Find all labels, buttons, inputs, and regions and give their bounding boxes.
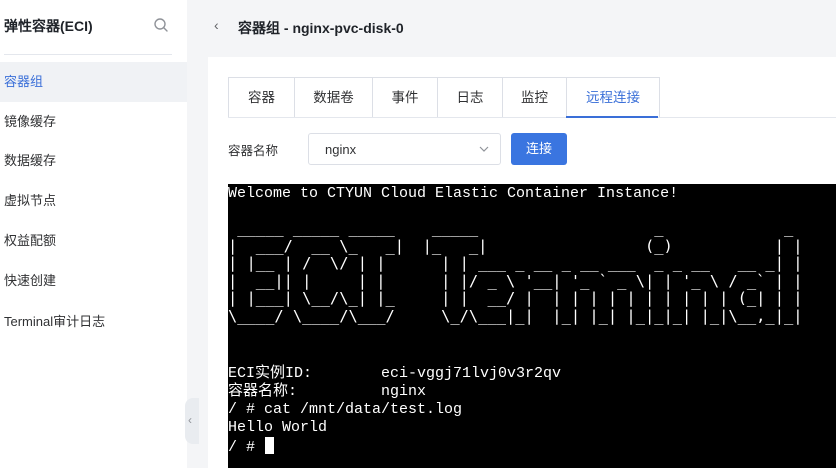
sidebar-item-virtual-node[interactable]: 虚拟节点: [0, 181, 187, 221]
sidebar-item-quick-create[interactable]: 快速创建: [0, 261, 187, 301]
chevron-left-icon: ‹: [188, 413, 192, 427]
terminal-ascii-banner: _____ _____ _____ _____ _ _ | ___/ __ \_…: [228, 219, 803, 325]
tab-label: 远程连接: [586, 90, 640, 105]
sidebar-item-data-cache[interactable]: 数据缓存: [0, 141, 187, 181]
terminal-cursor: [265, 437, 275, 454]
sidebar-item-label: 虚拟节点: [4, 193, 57, 208]
tab-label: 日志: [456, 90, 484, 105]
sidebar-item-image-cache[interactable]: 镜像缓存: [0, 102, 187, 142]
back-arrow-icon[interactable]: ‹: [214, 17, 219, 33]
tab-remote-connect[interactable]: 远程连接: [567, 78, 659, 118]
sidebar-collapse-handle[interactable]: ‹: [185, 398, 199, 444]
tab-logs[interactable]: 日志: [438, 78, 503, 118]
tab-container[interactable]: 容器: [229, 78, 295, 118]
terminal-info-name-label: 容器名称:: [228, 383, 298, 400]
connect-button[interactable]: 连接: [511, 133, 567, 165]
tab-label: 事件: [391, 90, 419, 105]
sidebar-item-label: 容器组: [4, 74, 44, 89]
tab-label: 容器: [248, 90, 275, 105]
sidebar-title: 弹性容器(ECI): [4, 18, 93, 34]
terminal-prompt: / #: [228, 439, 265, 456]
sidebar: 弹性容器(ECI) 容器组 镜像缓存 数据缓存 虚拟节点 权益配额 快速创建 T…: [0, 0, 187, 468]
tab-bar-divider: [228, 117, 836, 118]
container-name-label: 容器名称: [228, 144, 279, 158]
sidebar-item-label: 数据缓存: [4, 153, 57, 168]
terminal-output-line: Hello World: [228, 419, 328, 436]
sidebar-item-label: 镜像缓存: [4, 114, 57, 129]
sidebar-item-container-group[interactable]: 容器组: [0, 62, 187, 102]
terminal[interactable]: Welcome to CTYUN Cloud Elastic Container…: [228, 184, 836, 468]
terminal-command-line: / # cat /mnt/data/test.log: [228, 401, 463, 418]
tab-label: 数据卷: [313, 90, 354, 105]
terminal-info-name: 容器名称: nginx: [228, 383, 426, 401]
active-tab-indicator: [566, 116, 658, 118]
container-name-select[interactable]: nginx: [308, 133, 501, 165]
container-name-select-value: nginx: [325, 142, 357, 157]
sidebar-header: 弹性容器(ECI): [0, 0, 187, 56]
tab-events[interactable]: 事件: [373, 78, 438, 118]
terminal-info-id: ECI实例ID: eci-vggj71lvj0v3r2qv: [228, 365, 561, 383]
page-title: 容器组 - nginx-pvc-disk-0: [238, 20, 404, 36]
sidebar-divider: [4, 54, 172, 55]
tab-bar: 容器 数据卷 事件 日志 监控 远程连接: [228, 77, 660, 118]
terminal-prompt-line: / #: [228, 437, 275, 457]
sidebar-item-quota[interactable]: 权益配额: [0, 221, 187, 261]
sidebar-item-label: 快速创建: [4, 273, 57, 288]
tab-monitoring[interactable]: 监控: [503, 78, 567, 118]
search-icon[interactable]: [153, 17, 169, 33]
sidebar-item-terminal-audit-log[interactable]: Terminal审计日志: [0, 302, 187, 342]
terminal-info-id-label: ECI实例ID:: [228, 365, 313, 382]
tab-label: 监控: [521, 90, 548, 105]
tab-volumes[interactable]: 数据卷: [295, 78, 373, 118]
terminal-welcome-line: Welcome to CTYUN Cloud Elastic Container…: [228, 185, 679, 202]
sidebar-item-label: 权益配额: [4, 233, 57, 248]
chevron-down-icon: [479, 146, 489, 152]
terminal-info-name-value: nginx: [381, 383, 427, 400]
sidebar-item-label: Terminal审计日志: [4, 314, 106, 329]
terminal-info-id-value: eci-vggj71lvj0v3r2qv: [381, 365, 562, 382]
